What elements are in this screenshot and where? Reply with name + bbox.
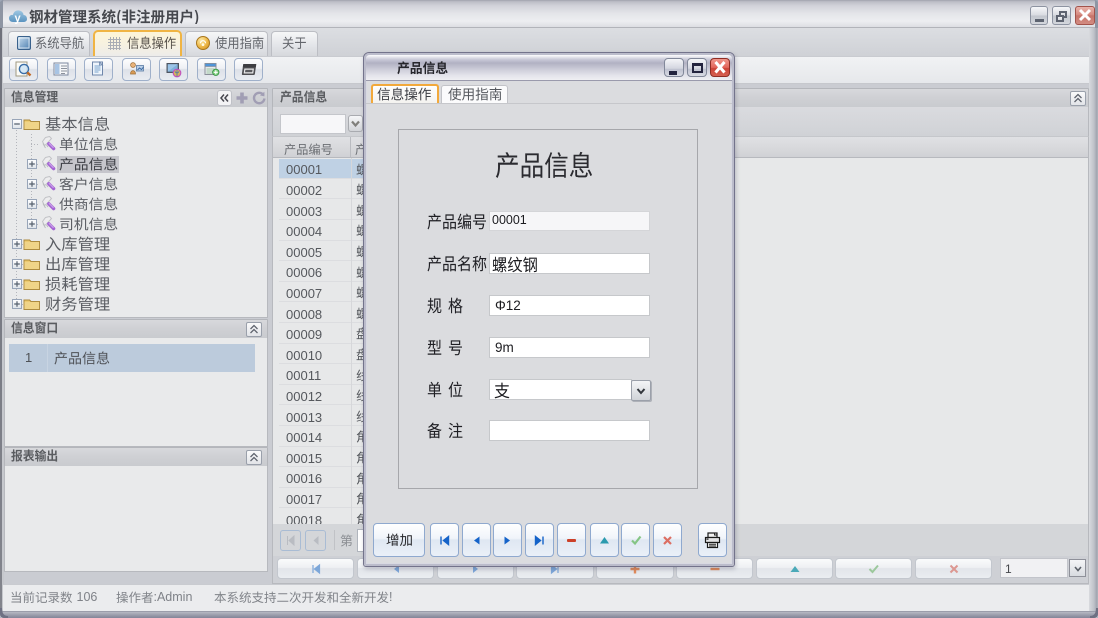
svg-text:y: y xyxy=(14,13,21,25)
